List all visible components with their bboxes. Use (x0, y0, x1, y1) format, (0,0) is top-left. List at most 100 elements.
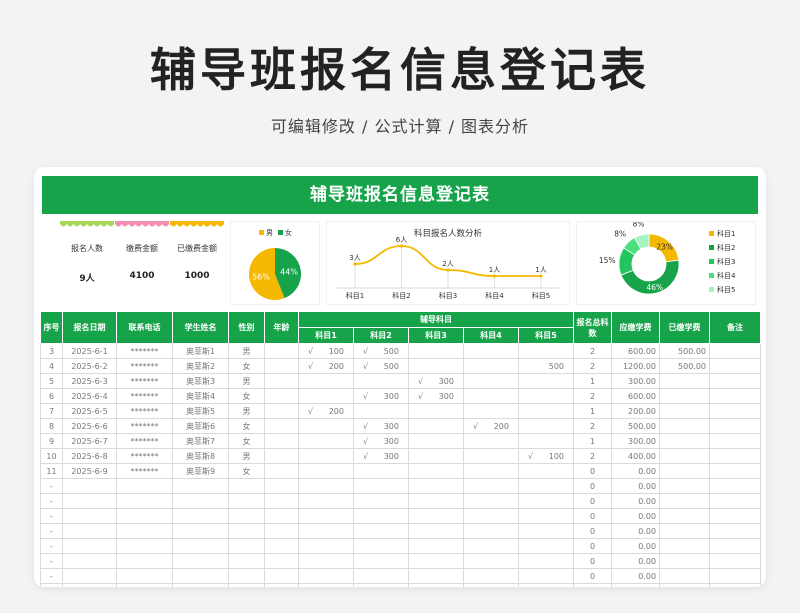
cell-s5[interactable] (517, 538, 575, 554)
cell-note[interactable] (709, 493, 762, 509)
cell-note[interactable] (709, 448, 762, 464)
cell-date[interactable] (62, 508, 117, 524)
cell-s2[interactable] (353, 373, 409, 389)
cell-gender[interactable]: 女 (228, 358, 265, 374)
cell-note[interactable] (709, 583, 762, 587)
cell-date[interactable]: 2025-6-5 (62, 403, 117, 419)
cell-fee[interactable]: 0.00 (611, 508, 661, 524)
cell-s2[interactable]: √ 300 (353, 418, 409, 434)
cell-gender[interactable] (228, 538, 265, 554)
cell-s3[interactable]: √ 300 (408, 373, 464, 389)
cell-no[interactable]: 8 (40, 418, 63, 434)
cell-paid[interactable] (659, 418, 711, 434)
cell-paid[interactable] (659, 448, 711, 464)
cell-s2[interactable] (353, 523, 409, 539)
cell-gender[interactable]: 男 (228, 373, 265, 389)
cell-total[interactable]: 1 (573, 433, 613, 449)
cell-s2[interactable]: √ 500 (353, 358, 409, 374)
cell-paid[interactable] (659, 538, 711, 554)
cell-note[interactable] (709, 433, 762, 449)
cell-note[interactable] (709, 553, 762, 569)
cell-s1[interactable] (298, 508, 354, 524)
cell-name[interactable]: 奥菲斯1 (172, 343, 229, 359)
cell-paid[interactable] (659, 478, 711, 494)
cell-s4[interactable] (463, 343, 519, 359)
cell-age[interactable] (264, 388, 299, 404)
cell-s3[interactable] (408, 343, 464, 359)
cell-name[interactable] (172, 523, 229, 539)
cell-s1[interactable]: √ 200 (298, 358, 354, 374)
cell-phone[interactable]: ******* (116, 358, 173, 374)
cell-s3[interactable] (408, 538, 464, 554)
cell-no[interactable]: - (40, 478, 63, 494)
cell-no[interactable]: 9 (40, 433, 63, 449)
cell-s3[interactable]: √ 300 (408, 388, 464, 404)
cell-phone[interactable] (116, 538, 173, 554)
cell-gender[interactable] (228, 583, 265, 587)
cell-age[interactable] (264, 343, 299, 359)
cell-s5[interactable] (517, 493, 575, 509)
cell-date[interactable] (62, 568, 117, 584)
cell-paid[interactable] (659, 463, 711, 479)
cell-fee[interactable]: 300.00 (611, 433, 661, 449)
cell-s2[interactable] (353, 463, 409, 479)
cell-age[interactable] (264, 538, 299, 554)
cell-fee[interactable]: 0.00 (611, 538, 661, 554)
cell-note[interactable] (709, 418, 762, 434)
cell-age[interactable] (264, 463, 299, 479)
cell-date[interactable] (62, 493, 117, 509)
cell-date[interactable] (62, 523, 117, 539)
cell-s3[interactable] (408, 478, 464, 494)
cell-s3[interactable] (408, 508, 464, 524)
cell-fee[interactable]: 400.00 (611, 448, 661, 464)
cell-no[interactable]: - (40, 508, 63, 524)
cell-age[interactable] (264, 373, 299, 389)
cell-fee[interactable]: 0.00 (611, 553, 661, 569)
cell-total[interactable]: 0 (573, 508, 613, 524)
cell-note[interactable] (709, 523, 762, 539)
cell-s2[interactable]: √ 300 (353, 388, 409, 404)
cell-age[interactable] (264, 478, 299, 494)
cell-phone[interactable] (116, 508, 173, 524)
cell-total[interactable]: 0 (573, 493, 613, 509)
cell-fee[interactable]: 1200.00 (611, 358, 661, 374)
cell-s5[interactable] (517, 463, 575, 479)
cell-paid[interactable] (659, 553, 711, 569)
cell-s1[interactable] (298, 478, 354, 494)
cell-date[interactable]: 2025-6-6 (62, 418, 117, 434)
cell-s4[interactable] (463, 433, 519, 449)
cell-gender[interactable] (228, 523, 265, 539)
cell-s3[interactable] (408, 583, 464, 587)
cell-age[interactable] (264, 583, 299, 587)
cell-s1[interactable] (298, 553, 354, 569)
cell-no[interactable]: - (40, 583, 63, 587)
cell-s5[interactable] (517, 403, 575, 419)
cell-no[interactable]: 4 (40, 358, 63, 374)
cell-s2[interactable] (353, 568, 409, 584)
cell-s2[interactable] (353, 538, 409, 554)
cell-s2[interactable] (353, 493, 409, 509)
cell-no[interactable]: - (40, 568, 63, 584)
cell-fee[interactable]: 600.00 (611, 388, 661, 404)
cell-s4[interactable] (463, 403, 519, 419)
cell-s4[interactable] (463, 583, 519, 587)
cell-s2[interactable]: √ 300 (353, 448, 409, 464)
cell-s2[interactable] (353, 478, 409, 494)
cell-s3[interactable] (408, 418, 464, 434)
cell-s1[interactable] (298, 418, 354, 434)
cell-fee[interactable]: 0.00 (611, 523, 661, 539)
cell-s5[interactable] (517, 388, 575, 404)
cell-name[interactable] (172, 538, 229, 554)
cell-gender[interactable]: 女 (228, 418, 265, 434)
cell-s1[interactable] (298, 433, 354, 449)
cell-note[interactable] (709, 358, 762, 374)
cell-paid[interactable] (659, 583, 711, 587)
cell-s2[interactable] (353, 553, 409, 569)
cell-s4[interactable] (463, 448, 519, 464)
cell-name[interactable]: 奥菲斯2 (172, 358, 229, 374)
cell-paid[interactable]: 500.00 (659, 343, 711, 359)
cell-name[interactable] (172, 478, 229, 494)
cell-name[interactable]: 奥菲斯8 (172, 448, 229, 464)
cell-s1[interactable]: √ 100 (298, 343, 354, 359)
cell-paid[interactable] (659, 508, 711, 524)
